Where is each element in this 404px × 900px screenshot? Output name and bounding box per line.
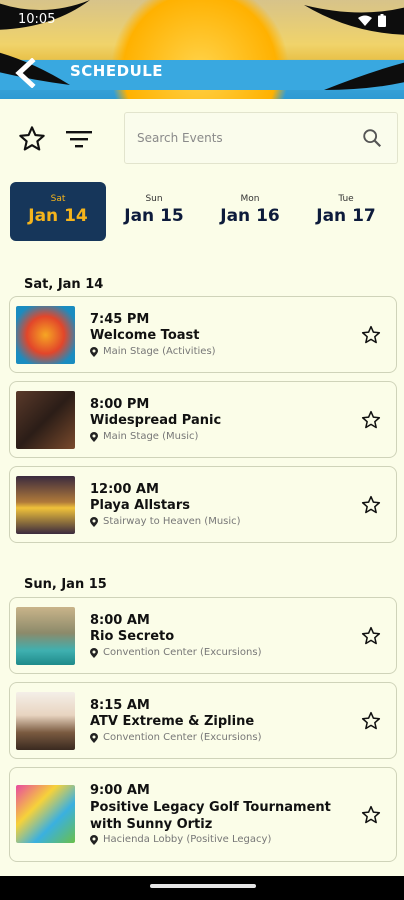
event-name: Rio Secreto xyxy=(90,629,175,644)
event-name: ATV Extreme & Zipline xyxy=(90,714,255,729)
date-tab-dow: Mon xyxy=(240,194,260,204)
favorite-star-icon[interactable] xyxy=(361,410,381,430)
date-tab-date: Jan 17 xyxy=(316,206,376,226)
event-location: Convention Center (Excursions) xyxy=(90,647,261,658)
favorite-star-icon[interactable] xyxy=(361,805,381,825)
event-location: Main Stage (Activities) xyxy=(90,346,216,357)
event-location-text: Hacienda Lobby (Positive Legacy) xyxy=(103,834,272,845)
status-bar: 10:05 xyxy=(18,12,386,32)
home-gesture-handle[interactable] xyxy=(150,884,256,888)
date-tabs: Sat Jan 14 Sun Jan 15 Mon Jan 16 Tue Jan… xyxy=(10,182,404,242)
event-time: 7:45 PM xyxy=(90,312,150,327)
location-pin-icon xyxy=(90,732,98,743)
event-name: Widespread Panic xyxy=(90,413,222,428)
event-location-text: Main Stage (Music) xyxy=(103,431,199,442)
date-tab-date: Jan 15 xyxy=(124,206,184,226)
event-thumbnail xyxy=(16,607,75,665)
event-name: Positive Legacy Golf Tournament with Sun… xyxy=(90,800,331,832)
system-nav-bar xyxy=(0,876,404,900)
date-tab-jan-15[interactable]: Sun Jan 15 xyxy=(106,182,202,241)
date-tab-date: Jan 16 xyxy=(220,206,280,226)
event-location: Main Stage (Music) xyxy=(90,431,198,442)
event-time: 8:15 AM xyxy=(90,698,150,713)
event-thumbnail xyxy=(16,306,75,364)
event-card[interactable]: 7:45 PM Welcome Toast Main Stage (Activi… xyxy=(9,296,397,373)
search-placeholder: Search Events xyxy=(137,131,223,145)
search-input[interactable]: Search Events xyxy=(124,112,398,164)
toolbar: Search Events xyxy=(0,112,404,164)
filter-icon[interactable] xyxy=(66,128,92,150)
event-card[interactable]: 8:15 AM ATV Extreme & Zipline Convention… xyxy=(9,682,397,759)
event-thumbnail xyxy=(16,785,75,843)
location-pin-icon xyxy=(90,431,98,442)
favorite-star-icon[interactable] xyxy=(361,495,381,515)
event-location-text: Stairway to Heaven (Music) xyxy=(103,516,241,527)
page-title: SCHEDULE xyxy=(70,62,164,80)
event-location: Hacienda Lobby (Positive Legacy) xyxy=(90,834,271,845)
favorite-star-icon[interactable] xyxy=(361,325,381,345)
search-icon[interactable] xyxy=(361,127,383,149)
date-tab-jan-16[interactable]: Mon Jan 16 xyxy=(202,182,298,241)
event-thumbnail xyxy=(16,476,75,534)
event-card[interactable]: 12:00 AM Playa Allstars Stairway to Heav… xyxy=(9,466,397,543)
wifi-icon xyxy=(358,15,372,26)
date-tab-dow: Sun xyxy=(145,194,163,204)
location-pin-icon xyxy=(90,834,98,845)
event-card[interactable]: 9:00 AM Positive Legacy Golf Tournament … xyxy=(9,767,397,862)
event-name: Playa Allstars xyxy=(90,498,190,513)
event-thumbnail xyxy=(16,391,75,449)
event-location: Convention Center (Excursions) xyxy=(90,732,261,743)
favorite-star-icon[interactable] xyxy=(361,711,381,731)
date-tab-dow: Tue xyxy=(338,194,354,204)
event-time: 9:00 AM xyxy=(90,783,150,798)
event-card[interactable]: 8:00 AM Rio Secreto Convention Center (E… xyxy=(9,597,397,674)
event-thumbnail xyxy=(16,692,75,750)
date-tab-jan-17[interactable]: Tue Jan 17 xyxy=(298,182,394,241)
section-header: Sat, Jan 14 xyxy=(24,277,104,292)
favorite-star-icon[interactable] xyxy=(361,626,381,646)
event-location-text: Convention Center (Excursions) xyxy=(103,647,262,658)
event-location: Stairway to Heaven (Music) xyxy=(90,516,241,527)
back-arrow-icon[interactable] xyxy=(10,58,40,88)
event-time: 8:00 PM xyxy=(90,397,150,412)
header-banner: 10:05 SCHEDULE xyxy=(0,0,404,99)
status-time: 10:05 xyxy=(18,12,56,27)
section-header: Sun, Jan 15 xyxy=(24,577,107,592)
date-tab-dow: Sat xyxy=(50,194,66,204)
favorites-star-icon[interactable] xyxy=(18,125,46,153)
event-location-text: Main Stage (Activities) xyxy=(103,346,216,357)
location-pin-icon xyxy=(90,346,98,357)
date-tab-date: Jan 14 xyxy=(28,206,88,226)
event-location-text: Convention Center (Excursions) xyxy=(103,732,262,743)
event-name: Welcome Toast xyxy=(90,328,200,343)
event-card[interactable]: 8:00 PM Widespread Panic Main Stage (Mus… xyxy=(9,381,397,458)
date-tab-jan-14[interactable]: Sat Jan 14 xyxy=(10,182,106,241)
event-time: 8:00 AM xyxy=(90,613,150,628)
event-time: 12:00 AM xyxy=(90,482,159,497)
battery-icon xyxy=(378,14,386,27)
location-pin-icon xyxy=(90,647,98,658)
location-pin-icon xyxy=(90,516,98,527)
